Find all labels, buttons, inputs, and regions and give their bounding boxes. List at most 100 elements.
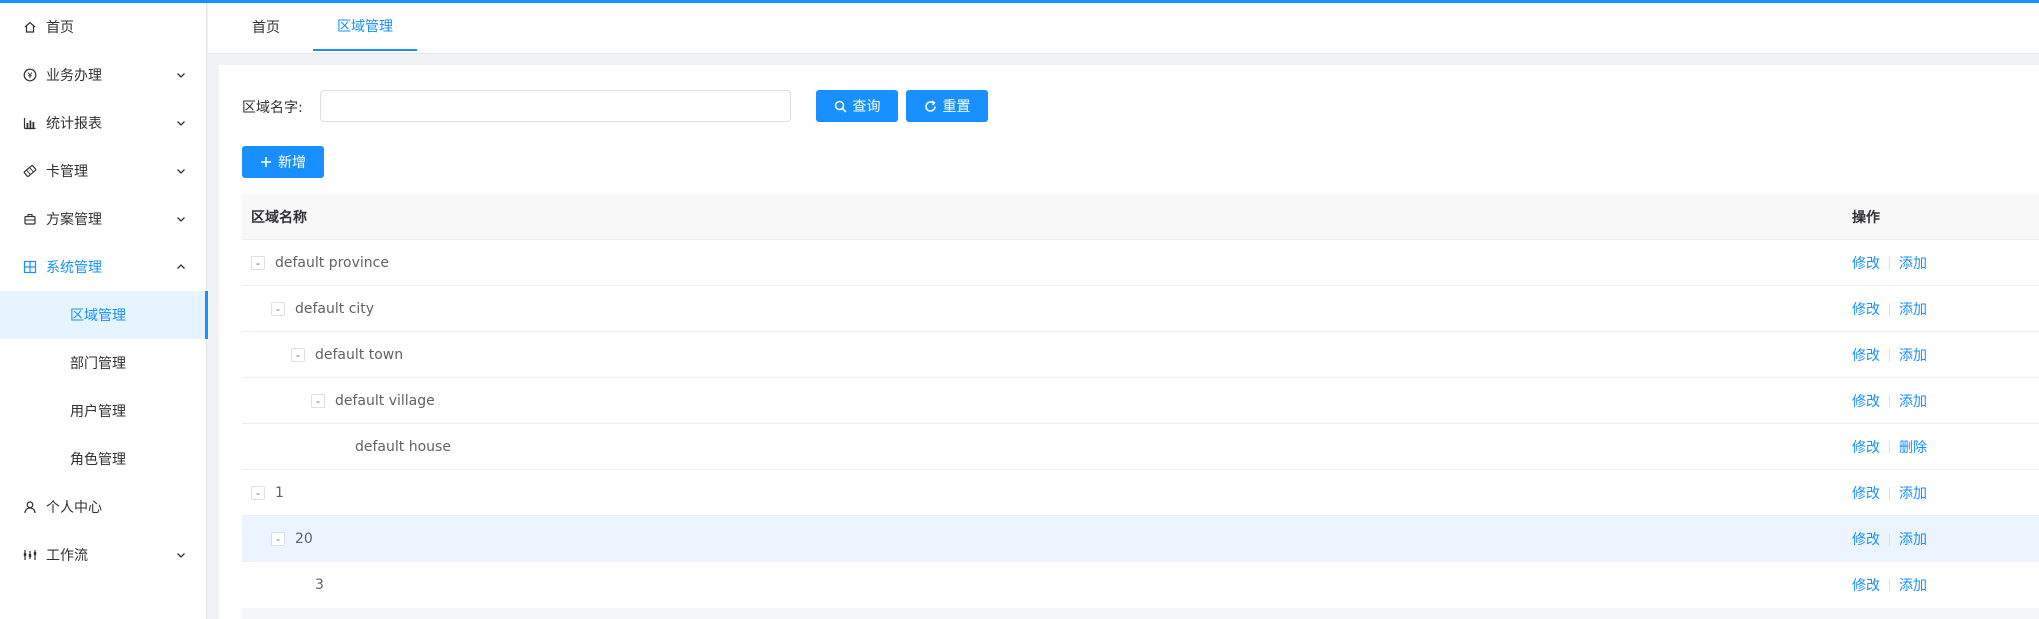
sidebar-subitem-label: 部门管理 xyxy=(70,356,126,372)
row-actions: 修改 添加 xyxy=(1852,286,1927,332)
delete-link[interactable]: 删除 xyxy=(1899,437,1927,457)
table-row[interactable]: - default village 修改 添加 xyxy=(242,378,2039,424)
table-row[interactable]: 3 修改 添加 xyxy=(242,562,2039,608)
sidebar-subitem-users[interactable]: 用户管理 xyxy=(0,387,207,435)
edit-link[interactable]: 修改 xyxy=(1852,529,1880,549)
edit-link[interactable]: 修改 xyxy=(1852,391,1880,411)
row-actions: 修改 添加 xyxy=(1852,470,1927,516)
edit-link[interactable]: 修改 xyxy=(1852,299,1880,319)
table-row[interactable]: -1 修改 添加 xyxy=(242,470,2039,516)
region-name-cell: - default province xyxy=(251,240,389,286)
sidebar-item-workflow[interactable]: 工作流 xyxy=(0,531,207,579)
sidebar-subitem-label: 区域管理 xyxy=(70,308,126,324)
edit-link[interactable]: 修改 xyxy=(1852,253,1880,273)
sidebar-item-label: 个人中心 xyxy=(46,500,102,516)
sidebar-subitem-label: 角色管理 xyxy=(70,452,126,468)
sidebar-item-label: 首页 xyxy=(46,20,74,36)
region-name-cell: -20 xyxy=(271,516,313,562)
action-divider xyxy=(1889,394,1890,408)
column-header-actions: 操作 xyxy=(1852,210,1880,226)
query-button[interactable]: 查询 xyxy=(816,90,898,122)
sidebar-item-plans[interactable]: 方案管理 xyxy=(0,195,207,243)
home-icon xyxy=(22,19,38,35)
add-child-link[interactable]: 添加 xyxy=(1899,253,1927,273)
briefcase-icon xyxy=(22,211,38,227)
sidebar-item-reports[interactable]: 统计报表 xyxy=(0,99,207,147)
tab-label: 区域管理 xyxy=(337,19,393,35)
sidebar-item-home[interactable]: 首页 xyxy=(0,3,207,51)
refresh-icon xyxy=(924,99,937,113)
region-name-cell: - default village xyxy=(311,378,435,424)
edit-link[interactable]: 修改 xyxy=(1852,345,1880,365)
collapse-toggle[interactable]: - xyxy=(271,532,285,546)
reset-button-label: 重置 xyxy=(942,99,971,115)
collapse-toggle[interactable]: - xyxy=(251,486,265,500)
reset-button[interactable]: 重置 xyxy=(906,90,988,122)
add-child-link[interactable]: 添加 xyxy=(1899,345,1927,365)
region-name: default village xyxy=(335,393,435,409)
sidebar-subitem-label: 用户管理 xyxy=(70,404,126,420)
chevron-up-icon xyxy=(175,261,187,273)
row-actions: 修改 添加 xyxy=(1852,240,1927,286)
row-actions: 修改 添加 xyxy=(1852,562,1927,608)
sidebar-item-label: 系统管理 xyxy=(46,260,102,276)
add-child-link[interactable]: 添加 xyxy=(1899,575,1927,595)
yen-icon xyxy=(22,67,38,83)
workflow-icon xyxy=(22,547,38,563)
add-child-link[interactable]: 添加 xyxy=(1899,299,1927,319)
region-name-cell: default house xyxy=(355,424,451,470)
table-row[interactable]: - default province 修改 添加 xyxy=(242,240,2039,286)
tab-region-management[interactable]: 区域管理 xyxy=(313,3,417,51)
add-child-link[interactable]: 添加 xyxy=(1899,483,1927,503)
sidebar-subitem-department[interactable]: 部门管理 xyxy=(0,339,207,387)
add-child-link[interactable]: 添加 xyxy=(1899,391,1927,411)
chevron-down-icon xyxy=(175,549,187,561)
tab-label: 首页 xyxy=(252,20,280,36)
sidebar-subitem-region[interactable]: 区域管理 xyxy=(0,291,208,339)
table-row[interactable]: - default city 修改 添加 xyxy=(242,286,2039,332)
action-divider xyxy=(1889,256,1890,270)
region-name: 20 xyxy=(295,531,313,547)
sidebar: 首页 业务办理 统计报表 卡管理 方案管理 系统管理 区域管理 部门管理 用户管… xyxy=(0,3,208,619)
edit-link[interactable]: 修改 xyxy=(1852,437,1880,457)
table-row[interactable]: - default town 修改 添加 xyxy=(242,332,2039,378)
table-row[interactable]: default house 修改 删除 xyxy=(242,424,2039,470)
region-name-cell: - default town xyxy=(291,332,403,378)
sidebar-item-label: 卡管理 xyxy=(46,164,88,180)
region-name-cell: -1 xyxy=(251,470,284,516)
region-name: 3 xyxy=(315,577,324,593)
region-name-input[interactable] xyxy=(320,90,791,122)
edit-link[interactable]: 修改 xyxy=(1852,575,1880,595)
add-child-link[interactable]: 添加 xyxy=(1899,529,1927,549)
action-divider xyxy=(1889,302,1890,316)
collapse-toggle[interactable]: - xyxy=(291,348,305,362)
row-actions: 修改 删除 xyxy=(1852,424,1927,470)
chevron-down-icon xyxy=(175,117,187,129)
table-header: 区域名称 操作 xyxy=(242,194,2039,240)
edit-link[interactable]: 修改 xyxy=(1852,483,1880,503)
region-name-cell: 3 xyxy=(315,562,324,608)
column-header-region-name: 区域名称 xyxy=(251,210,307,226)
add-button[interactable]: 新增 xyxy=(242,146,324,178)
region-name: default province xyxy=(275,255,389,271)
action-divider xyxy=(1889,578,1890,592)
sidebar-item-cards[interactable]: 卡管理 xyxy=(0,147,207,195)
sidebar-subitem-roles[interactable]: 角色管理 xyxy=(0,435,207,483)
tab-home[interactable]: 首页 xyxy=(230,3,302,51)
region-name: default house xyxy=(355,439,451,455)
row-actions: 修改 添加 xyxy=(1852,516,1927,562)
sidebar-item-profile[interactable]: 个人中心 xyxy=(0,483,207,531)
collapse-toggle[interactable]: - xyxy=(311,394,325,408)
chevron-down-icon xyxy=(175,69,187,81)
sidebar-item-label: 方案管理 xyxy=(46,212,102,228)
sidebar-item-business[interactable]: 业务办理 xyxy=(0,51,207,99)
action-divider xyxy=(1889,486,1890,500)
collapse-toggle[interactable]: - xyxy=(271,302,285,316)
sidebar-item-system[interactable]: 系统管理 xyxy=(0,243,207,291)
collapse-toggle[interactable]: - xyxy=(251,256,265,270)
tab-bar: 首页 区域管理 xyxy=(208,3,2039,54)
row-actions: 修改 添加 xyxy=(1852,332,1927,378)
table-row[interactable]: -20 修改 添加 xyxy=(242,516,2039,562)
chevron-down-icon xyxy=(175,213,187,225)
region-name-cell: - default city xyxy=(271,286,374,332)
